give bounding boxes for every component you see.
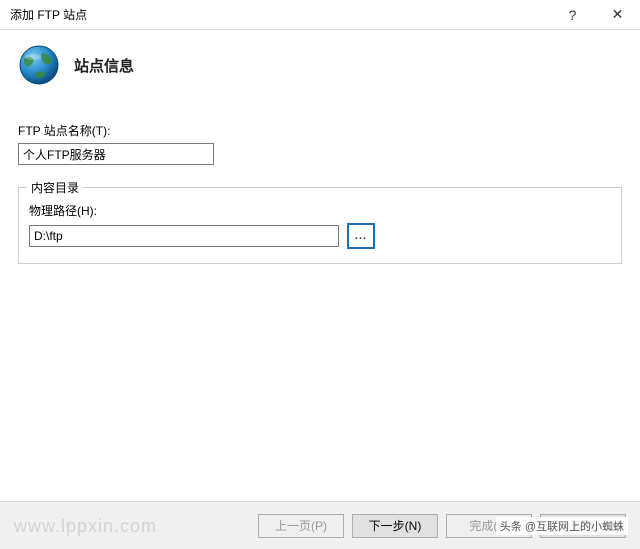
site-name-label: FTP 站点名称(T): <box>18 122 622 139</box>
browse-button[interactable]: ... <box>347 223 375 249</box>
footer: 上一页(P) 下一步(N) 完成(F) 取消 <box>0 501 640 549</box>
content-area: FTP 站点名称(T): 内容目录 物理路径(H): ... <box>0 122 640 264</box>
help-button[interactable]: ? <box>550 0 595 30</box>
physical-path-label: 物理路径(H): <box>29 202 611 219</box>
site-name-input[interactable] <box>18 143 214 165</box>
prev-button: 上一页(P) <box>258 514 344 538</box>
titlebar: 添加 FTP 站点 ? ✕ <box>0 0 640 30</box>
physical-path-input[interactable] <box>29 225 339 247</box>
finish-button: 完成(F) <box>446 514 532 538</box>
page-title: 站点信息 <box>74 55 134 76</box>
content-directory-legend: 内容目录 <box>27 179 83 196</box>
next-button[interactable]: 下一步(N) <box>352 514 438 538</box>
cancel-button[interactable]: 取消 <box>540 514 626 538</box>
globe-icon <box>18 44 60 86</box>
header: 站点信息 <box>0 30 640 104</box>
close-button[interactable]: ✕ <box>595 0 640 30</box>
content-directory-group: 内容目录 物理路径(H): ... <box>18 187 622 264</box>
window-title: 添加 FTP 站点 <box>10 6 550 23</box>
